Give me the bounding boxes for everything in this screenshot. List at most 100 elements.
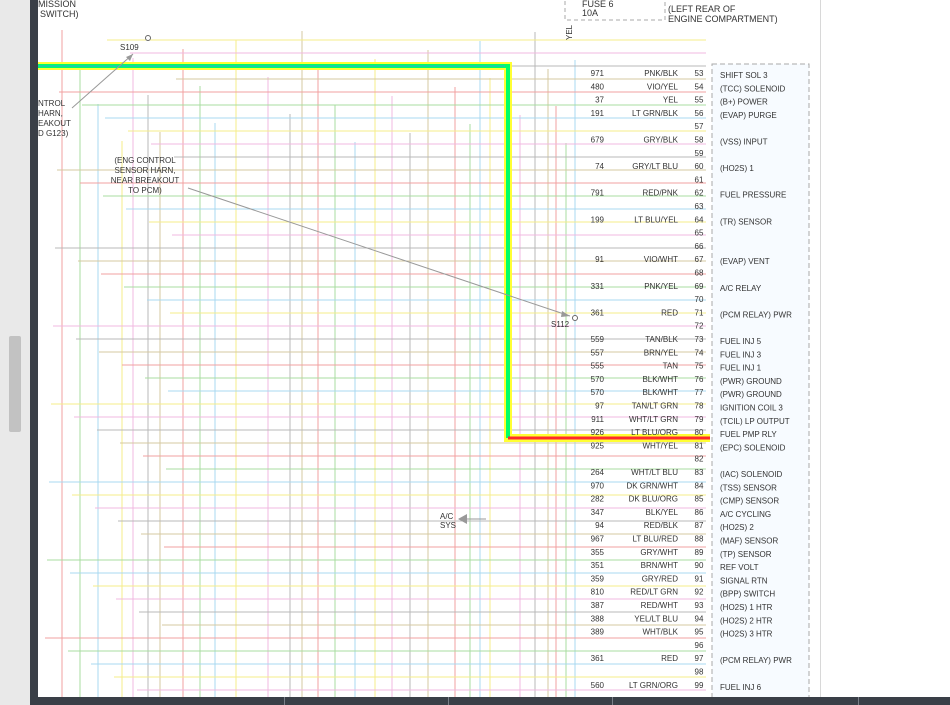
pin-number: 82	[695, 455, 704, 464]
pin-number: 99	[695, 681, 704, 690]
wire-color: GRY/RED	[642, 574, 679, 583]
pin-number: 81	[695, 441, 704, 450]
pin-number: 92	[695, 588, 704, 597]
label-engine-comp: ENGINE COMPARTMENT)	[668, 14, 778, 24]
pin-function: SIGNAL RTN	[720, 576, 768, 585]
pin-row: 87 94 RED/BLK (HO2S) 2	[595, 521, 754, 532]
pin-number: 88	[695, 535, 704, 544]
pin-number: 96	[695, 641, 704, 650]
pin-function: FUEL PRESSURE	[720, 191, 786, 200]
pin-number: 54	[695, 82, 704, 91]
wire-color: RED/PNK	[642, 189, 678, 198]
pin-number: 69	[695, 282, 704, 291]
pin-number: 89	[695, 548, 704, 557]
pin-function: (HO2S) 2 HTR	[720, 616, 773, 625]
pin-row: 94 388 YEL/LT BLU (HO2S) 2 HTR	[591, 614, 773, 625]
wire-color: BRN/WHT	[641, 561, 678, 570]
pin-row: 82	[695, 455, 704, 464]
circuit-number: 559	[591, 335, 605, 344]
window-left-edge	[30, 0, 38, 705]
wire-color: PNK/YEL	[644, 282, 678, 291]
circuit-number: 74	[595, 162, 604, 171]
label-fuse-amps: 10A	[582, 8, 598, 18]
pin-row: 59	[695, 149, 704, 158]
wire-color: BLK/WHT	[642, 388, 678, 397]
pin-number: 66	[695, 242, 704, 251]
circuit-number: 810	[591, 588, 605, 597]
wire-color: RED/BLK	[644, 521, 679, 530]
highlighted-circuit	[38, 62, 710, 442]
pin-function: FUEL INJ 5	[720, 337, 762, 346]
pin-number: 55	[695, 96, 704, 105]
label-sys: SYS	[440, 521, 456, 530]
wire-color: GRY/LT BLU	[632, 162, 678, 171]
pin-row: 70	[695, 295, 704, 304]
pin-number: 95	[695, 628, 704, 637]
pin-number: 75	[695, 362, 704, 371]
pin-number: 56	[695, 109, 704, 118]
circuit-number: 679	[591, 136, 605, 145]
pin-row: 53 971 PNK/BLK SHIFT SOL 3	[591, 69, 768, 80]
circuit-number: 967	[591, 535, 605, 544]
svg-text:(ENG CONTROL: (ENG CONTROL	[114, 156, 176, 165]
circuit-number: 557	[591, 348, 605, 357]
circuit-number: 971	[591, 69, 605, 78]
pin-number: 65	[695, 229, 704, 238]
pin-number: 97	[695, 654, 704, 663]
pin-number: 91	[695, 574, 704, 583]
pin-number: 87	[695, 521, 704, 530]
pin-row: 93 387 RED/WHT (HO2S) 1 HTR	[591, 601, 773, 612]
circuit-number: 199	[591, 215, 605, 224]
pin-number: 53	[695, 69, 704, 78]
label-s112: S112	[551, 320, 570, 329]
circuit-number: 480	[591, 82, 605, 91]
ac-sys-arrow-icon	[458, 514, 467, 524]
pin-row: 76 570 BLK/WHT (PWR) GROUND	[591, 375, 782, 386]
pin-number: 71	[695, 308, 704, 317]
circuit-number: 389	[591, 628, 605, 637]
wire-color: VIO/YEL	[647, 82, 679, 91]
pin-number: 73	[695, 335, 704, 344]
pin-function: FUEL INJ 1	[720, 364, 762, 373]
pin-row: 95 389 WHT/BLK (HO2S) 3 HTR	[591, 628, 773, 639]
pin-number: 84	[695, 481, 704, 490]
circuit-number: 359	[591, 574, 605, 583]
note-mid: (ENG CONTROL SENSOR HARN, NEAR BREAKOUT …	[111, 156, 180, 195]
pin-row: 83 264 WHT/LT BLU (IAC) SOLENOID	[591, 468, 783, 479]
pin-row: 78 97 TAN/LT GRN IGNITION COIL 3	[595, 402, 783, 413]
pin-row: 74 557 BRN/YEL FUEL INJ 3	[591, 348, 762, 359]
pin-function: (HO2S) 2	[720, 523, 754, 532]
wire-color: RED	[661, 308, 678, 317]
wire-color: LT GRN/BLK	[632, 109, 679, 118]
wire-color: TAN/BLK	[645, 335, 678, 344]
pin-function: A/C RELAY	[720, 284, 762, 293]
circuit-number: 925	[591, 441, 605, 450]
label-ac: A/C	[440, 512, 454, 521]
circuit-number: 361	[591, 308, 605, 317]
pin-number: 70	[695, 295, 704, 304]
pin-row: 98	[695, 668, 704, 677]
svg-text:HARN,: HARN,	[38, 109, 63, 118]
circuit-number: 97	[595, 402, 604, 411]
pin-row: 90 351 BRN/WHT REF VOLT	[591, 561, 759, 572]
wire-color: WHT/LT BLU	[631, 468, 678, 477]
note-left: NTROL HARN, EAKOUT D G123)	[38, 99, 71, 138]
pin-function: (IAC) SOLENOID	[720, 470, 782, 479]
wire-color: TAN/LT GRN	[632, 402, 678, 411]
circuit-number: 387	[591, 601, 605, 610]
pin-number: 93	[695, 601, 704, 610]
pin-number: 59	[695, 149, 704, 158]
bottom-toolbar	[38, 697, 950, 705]
scrollbar-thumb[interactable]	[9, 336, 21, 432]
pin-row: 61	[695, 175, 704, 184]
label-mission: MISSION	[38, 0, 76, 9]
pin-number: 63	[695, 202, 704, 211]
pin-function: (EVAP) VENT	[720, 257, 770, 266]
pin-number: 72	[695, 322, 704, 331]
wire-color: BRN/YEL	[644, 348, 679, 357]
pin-row: 64 199 LT BLU/YEL (TR) SENSOR	[591, 215, 773, 226]
pin-function: (TR) SENSOR	[720, 217, 772, 226]
pin-number: 76	[695, 375, 704, 384]
circuit-number: 191	[591, 109, 605, 118]
pin-function: (TCIL) LP OUTPUT	[720, 417, 790, 426]
